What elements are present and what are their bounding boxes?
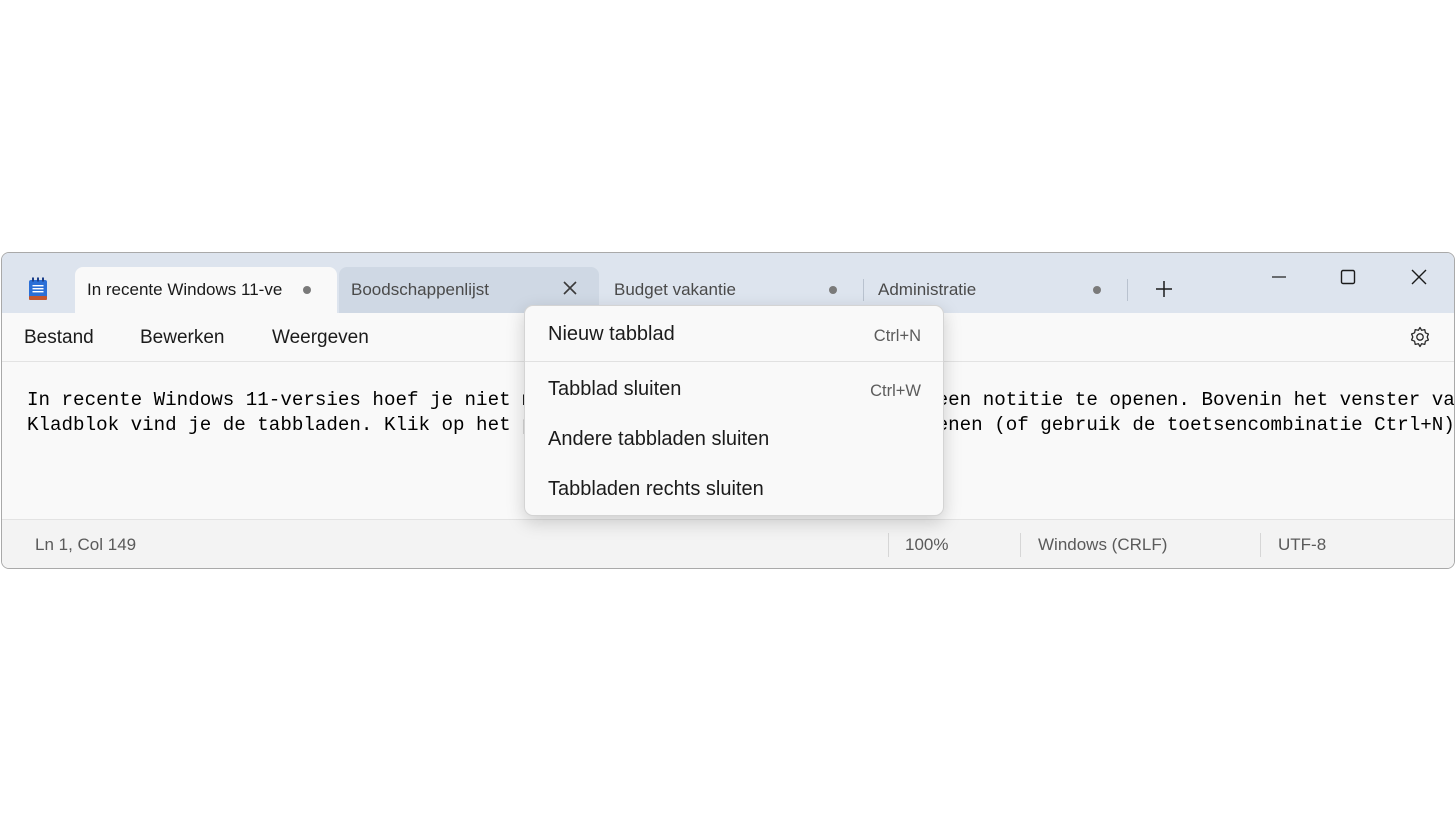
menu-item-close-other-tabs[interactable]: Andere tabbladen sluiten [525,421,943,461]
notepad-icon [29,277,47,300]
cursor-position: Ln 1, Col 149 [35,535,137,554]
tab-active-document[interactable]: In recente Windows 11-versies hoef je ni… [75,267,337,313]
menu-bewerken[interactable]: Bewerken [140,327,225,349]
minimize-icon [1272,276,1286,278]
menu-item-label: Tabbladen rechts sluiten [548,478,764,500]
unsaved-indicator-icon [1093,286,1101,294]
menu-separator [525,361,943,362]
unsaved-indicator-icon [303,286,311,294]
menu-weergeven[interactable]: Weergeven [272,327,369,349]
title-bar: In recente Windows 11-versies hoef je ni… [2,253,1454,313]
line-endings[interactable]: Windows (CRLF) [1038,535,1167,555]
menu-item-shortcut: Ctrl+N [873,327,921,345]
tab-label: Boodschappenlijst [351,280,489,299]
tab-separator [863,279,864,301]
status-separator [1260,533,1261,557]
encoding[interactable]: UTF-8 [1278,535,1326,555]
status-separator [1020,533,1021,557]
unsaved-indicator-icon [829,286,837,294]
tab-context-menu: Nieuw tabblad Ctrl+N Tabblad sluiten Ctr… [524,305,944,516]
status-bar: Ln 1, Col 149 100% Windows (CRLF) UTF-8 [2,519,1454,568]
close-window-button[interactable] [1396,261,1442,293]
close-tab-icon[interactable] [561,279,579,297]
plus-icon[interactable] [1152,277,1176,301]
close-icon [1411,269,1427,285]
maximize-button[interactable] [1325,261,1371,293]
menu-item-new-tab[interactable]: Nieuw tabblad Ctrl+N [525,316,943,356]
tab-label: In recente Windows 11-versies hoef je ni… [87,280,283,299]
tab-label: Administratie [878,280,977,299]
maximize-icon [1340,269,1356,285]
gear-icon[interactable] [1408,325,1432,349]
tab-separator [1127,279,1128,301]
menu-item-close-tabs-right[interactable]: Tabbladen rechts sluiten [525,471,943,511]
zoom-level[interactable]: 100% [905,535,948,555]
status-separator [888,533,889,557]
menu-item-shortcut: Ctrl+W [870,382,921,400]
menu-item-label: Andere tabbladen sluiten [548,428,770,450]
menu-item-close-tab[interactable]: Tabblad sluiten Ctrl+W [525,371,943,411]
menu-bestand[interactable]: Bestand [24,327,94,349]
minimize-button[interactable] [1256,261,1302,293]
menu-item-label: Nieuw tabblad [548,323,675,345]
tab-label: Budget vakantie [614,280,736,299]
menu-item-label: Tabblad sluiten [548,378,682,400]
